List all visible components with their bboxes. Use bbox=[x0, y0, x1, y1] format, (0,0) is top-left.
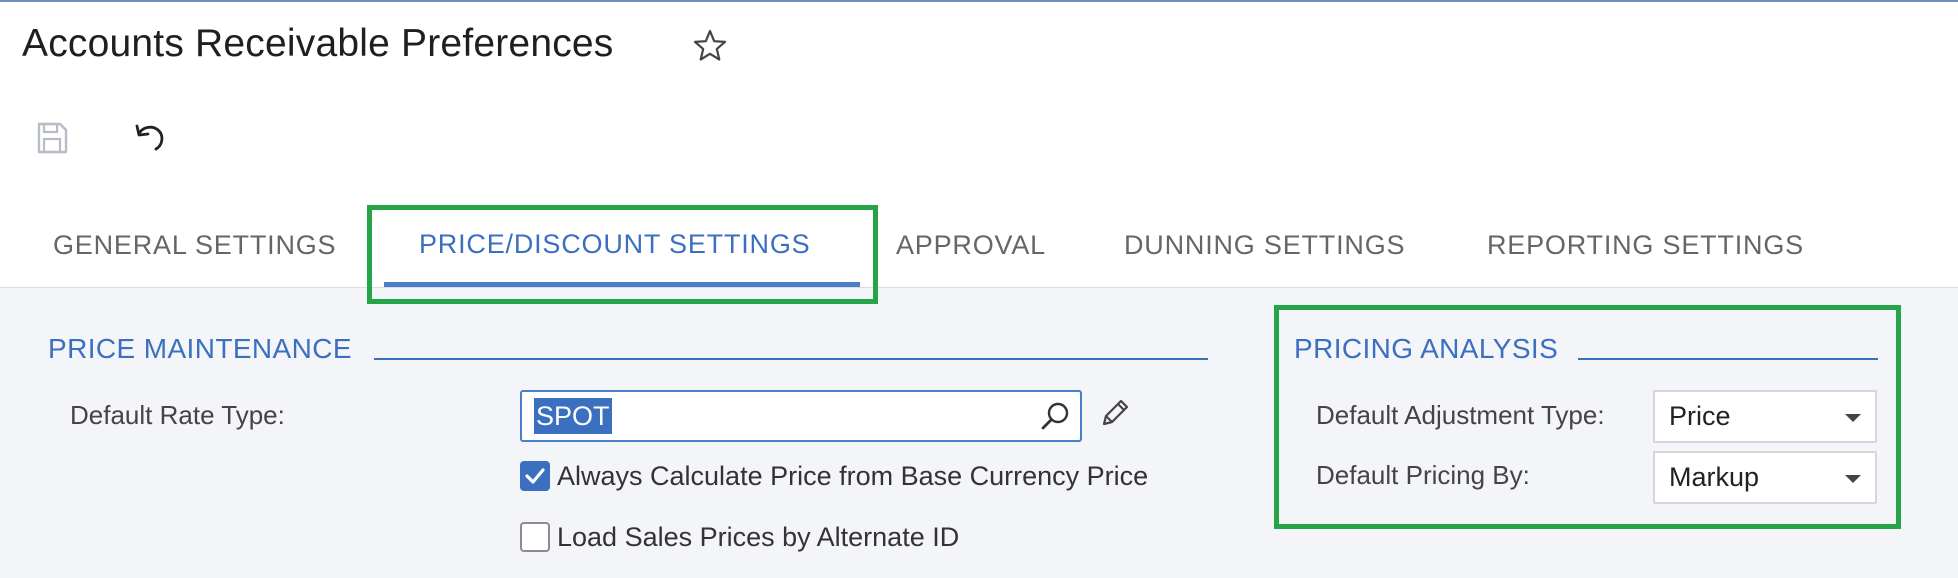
load-sales-prices-label: Load Sales Prices by Alternate ID bbox=[557, 522, 960, 552]
section-title-price-maintenance: PRICE MAINTENANCE bbox=[48, 333, 352, 364]
default-rate-type-value: SPOT bbox=[534, 398, 612, 434]
save-disk-icon bbox=[37, 122, 68, 154]
always-calculate-checkbox[interactable] bbox=[520, 461, 550, 491]
load-sales-prices-checkbox[interactable] bbox=[520, 522, 550, 552]
highlight-box-tab bbox=[367, 205, 878, 304]
default-rate-type-label: Default Rate Type: bbox=[70, 400, 285, 430]
tab-reporting-settings[interactable]: REPORTING SETTINGS bbox=[1487, 230, 1804, 261]
undo-icon bbox=[135, 124, 164, 151]
section-divider bbox=[374, 358, 1208, 360]
top-border bbox=[0, 0, 1958, 2]
default-rate-type-field[interactable]: SPOT bbox=[520, 390, 1082, 442]
tab-dunning-settings[interactable]: DUNNING SETTINGS bbox=[1124, 230, 1405, 261]
page-title: Accounts Receivable Preferences bbox=[22, 22, 614, 65]
undo-button[interactable] bbox=[128, 116, 172, 160]
save-button[interactable] bbox=[30, 116, 74, 160]
edit-pencil-icon[interactable] bbox=[1096, 396, 1132, 432]
highlight-box-pricing-analysis bbox=[1274, 305, 1901, 529]
tab-bar: GENERAL SETTINGS PRICE/DISCOUNT SETTINGS… bbox=[0, 210, 1958, 286]
tab-approval[interactable]: APPROVAL bbox=[896, 230, 1046, 261]
tab-general-settings[interactable]: GENERAL SETTINGS bbox=[53, 230, 336, 261]
star-outline-icon[interactable] bbox=[690, 26, 730, 66]
checkmark-icon bbox=[525, 468, 545, 484]
search-icon[interactable] bbox=[1038, 400, 1072, 434]
always-calculate-label: Always Calculate Price from Base Currenc… bbox=[557, 461, 1149, 491]
